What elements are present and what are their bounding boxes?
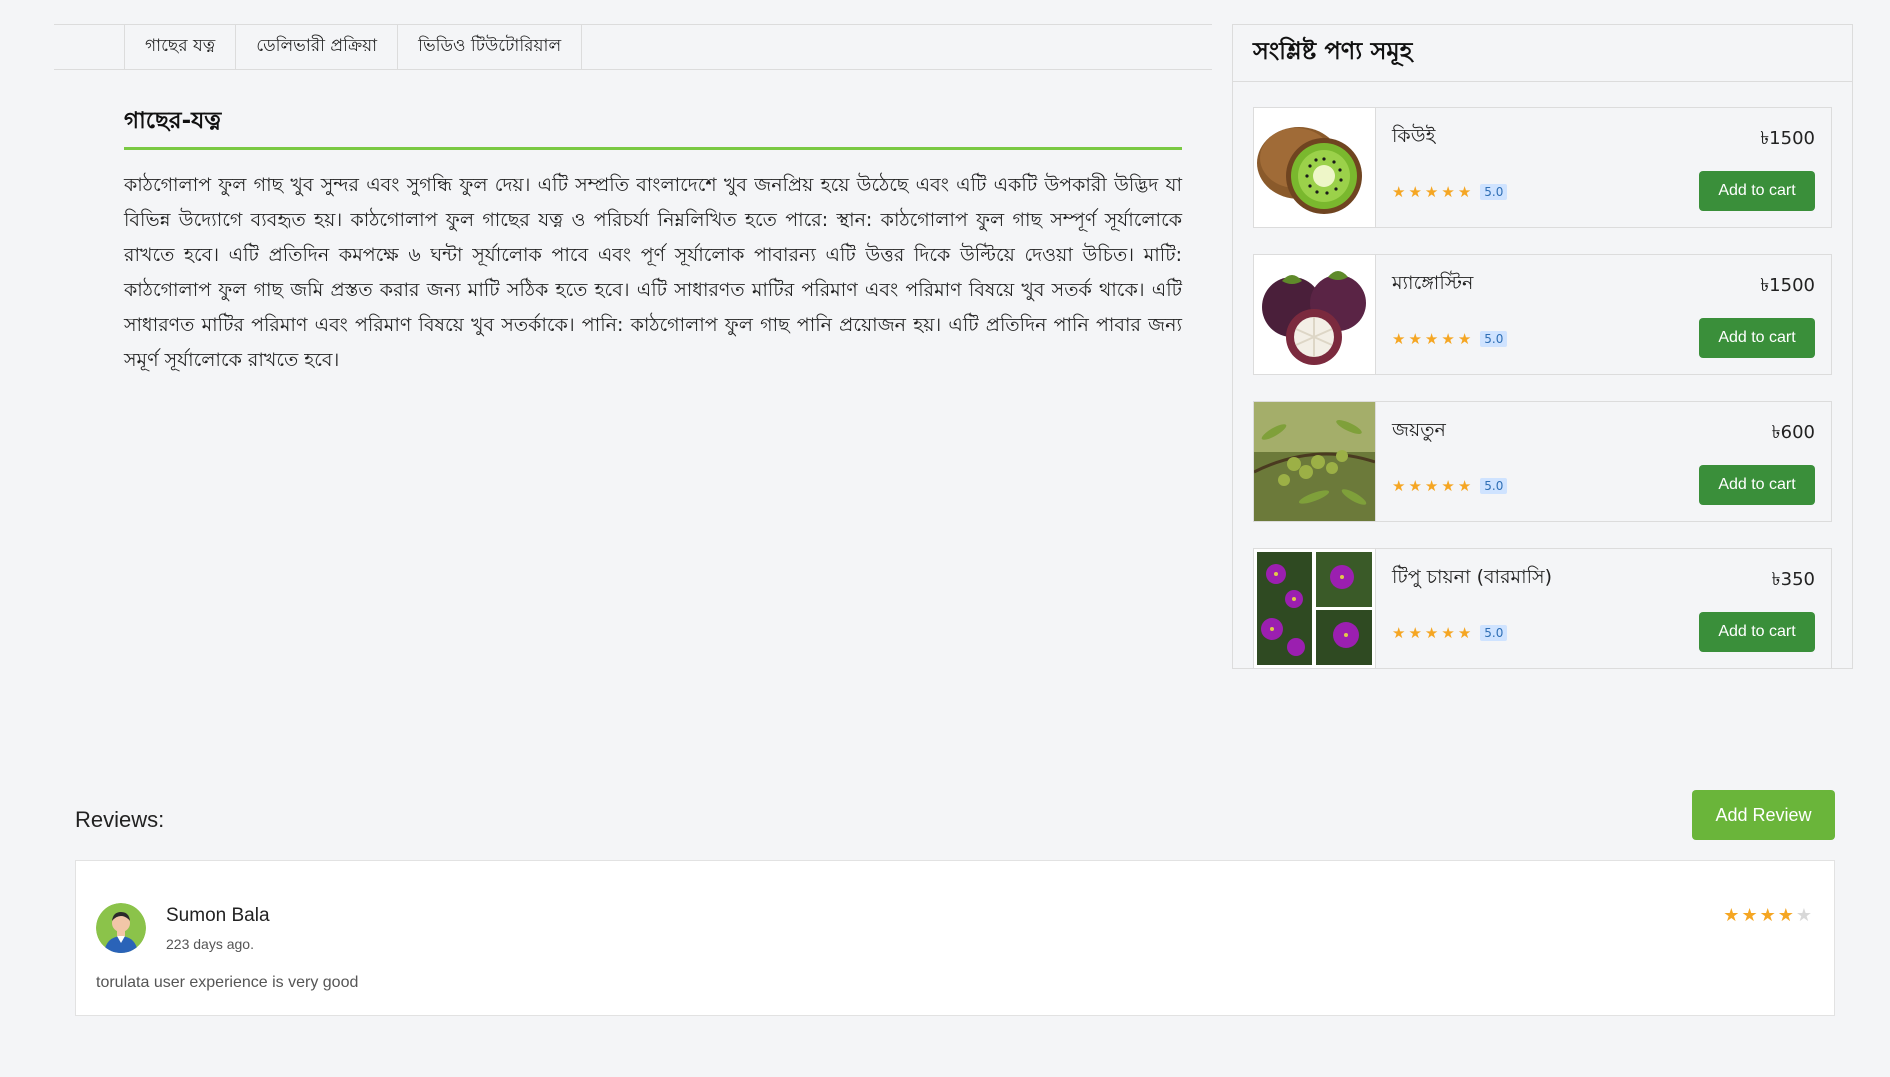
avatar: [96, 903, 146, 953]
rating-badge: 5.0: [1480, 331, 1508, 347]
star-icon: ★: [1441, 183, 1455, 201]
star-icon: ★: [1408, 624, 1422, 642]
star-icon: ★: [1723, 905, 1740, 926]
add-to-cart-button[interactable]: Add to cart: [1699, 318, 1815, 358]
star-icon: ★: [1457, 624, 1472, 642]
product-name[interactable]: কিউই: [1392, 122, 1435, 154]
review-card: Sumon Bala 223 days ago. torulata user e…: [75, 860, 1835, 1016]
star-icon: ★: [1441, 477, 1455, 495]
olive-image[interactable]: [1254, 402, 1376, 521]
add-to-cart-button[interactable]: Add to cart: [1699, 612, 1815, 652]
tab-plant-care[interactable]: গাছের যত্ন: [124, 25, 236, 69]
star-icon: ★: [1408, 183, 1422, 201]
product-info: কিউই ৳1500 ★ ★ ★ ★ ★ 5.0 Add to cart: [1376, 108, 1831, 227]
purple-flowers-image[interactable]: [1254, 549, 1376, 668]
product-price: ৳1500: [1760, 128, 1815, 149]
add-to-cart-button[interactable]: Add to cart: [1699, 465, 1815, 505]
mangosteen-image[interactable]: [1254, 255, 1376, 374]
star-icon: ★: [1392, 624, 1406, 642]
star-icon: ★: [1441, 330, 1455, 348]
product-card[interactable]: ম্যাঙ্গোস্টিন ৳1500 ★ ★ ★ ★ ★ 5.0 Add to…: [1253, 254, 1832, 375]
review-text: torulata user experience is very good: [96, 974, 359, 991]
related-products-title: সংশ্লিষ্ট পণ্য সমূহ: [1233, 25, 1852, 82]
product-rating: ★ ★ ★ ★ ★ 5.0: [1392, 477, 1508, 495]
reviewer-name: Sumon Bala: [166, 905, 270, 926]
star-icon: ★: [1424, 624, 1439, 642]
star-icon: ★: [1392, 477, 1406, 495]
user-avatar-icon: [96, 903, 146, 953]
rating-badge: 5.0: [1480, 478, 1508, 494]
product-name[interactable]: টিপু চায়না (বারমাসি): [1392, 563, 1552, 595]
star-icon: ★: [1424, 330, 1439, 348]
star-icon: ★: [1457, 477, 1472, 495]
star-icon: ★: [1408, 477, 1422, 495]
star-icon: ★: [1424, 183, 1439, 201]
add-to-cart-button[interactable]: Add to cart: [1699, 171, 1815, 211]
product-rating: ★ ★ ★ ★ ★ 5.0: [1392, 183, 1508, 201]
plant-care-section: গাছের-যত্ন কাঠগোলাপ ফুল গাছ খুব সুন্দর এ…: [124, 102, 1182, 378]
review-timestamp: 223 days ago.: [166, 936, 254, 952]
star-icon: ★: [1392, 183, 1406, 201]
product-rating: ★ ★ ★ ★ ★ 5.0: [1392, 624, 1508, 642]
rating-badge: 5.0: [1480, 184, 1508, 200]
product-info: জয়তুন ৳600 ★ ★ ★ ★ ★ 5.0 Add to cart: [1376, 402, 1831, 521]
star-icon: ★: [1457, 330, 1472, 348]
plant-care-title: গাছের-যত্ন: [124, 102, 1182, 150]
rating-badge: 5.0: [1480, 625, 1508, 641]
product-price: ৳350: [1771, 569, 1815, 590]
tab-video-tutorial[interactable]: ভিডিও টিউটোরিয়াল: [397, 25, 583, 69]
related-products-panel: সংশ্লিষ্ট পণ্য সমূহ কিউই ৳1500 ★ ★ ★ ★ ★…: [1232, 24, 1853, 669]
reviews-heading: Reviews:: [75, 807, 165, 832]
product-info: টিপু চায়না (বারমাসি) ৳350 ★ ★ ★ ★ ★ 5.0…: [1376, 549, 1831, 668]
star-icon: ★: [1392, 330, 1406, 348]
star-icon: ★: [1408, 330, 1422, 348]
product-card[interactable]: কিউই ৳1500 ★ ★ ★ ★ ★ 5.0 Add to cart: [1253, 107, 1832, 228]
product-name[interactable]: ম্যাঙ্গোস্টিন: [1392, 269, 1473, 301]
add-review-button[interactable]: Add Review: [1692, 790, 1835, 840]
star-icon: ★: [1424, 477, 1439, 495]
kiwi-image[interactable]: [1254, 108, 1376, 227]
star-icon: ★: [1777, 905, 1794, 926]
review-rating: ★ ★ ★ ★ ★: [1721, 905, 1812, 926]
product-name[interactable]: জয়তুন: [1392, 416, 1446, 448]
product-price: ৳600: [1771, 422, 1815, 443]
star-icon: ★: [1441, 624, 1455, 642]
product-info: ম্যাঙ্গোস্টিন ৳1500 ★ ★ ★ ★ ★ 5.0 Add to…: [1376, 255, 1831, 374]
star-icon: ★: [1759, 905, 1776, 926]
product-card[interactable]: টিপু চায়না (বারমাসি) ৳350 ★ ★ ★ ★ ★ 5.0…: [1253, 548, 1832, 669]
plant-care-text: কাঠগোলাপ ফুল গাছ খুব সুন্দর এবং সুগন্ধি …: [124, 174, 1182, 371]
product-card[interactable]: জয়তুন ৳600 ★ ★ ★ ★ ★ 5.0 Add to cart: [1253, 401, 1832, 522]
product-price: ৳1500: [1760, 275, 1815, 296]
tab-delivery-process[interactable]: ডেলিভারী প্রক্রিয়া: [235, 25, 398, 69]
product-rating: ★ ★ ★ ★ ★ 5.0: [1392, 330, 1508, 348]
related-products-list: কিউই ৳1500 ★ ★ ★ ★ ★ 5.0 Add to cart ম্য…: [1233, 82, 1852, 669]
star-icon: ★: [1457, 183, 1472, 201]
star-empty-icon: ★: [1795, 905, 1812, 926]
product-details-panel: গাছের যত্ন ডেলিভারী প্রক্রিয়া ভিডিও টিউ…: [54, 24, 1212, 378]
star-icon: ★: [1741, 905, 1758, 926]
detail-tabs: গাছের যত্ন ডেলিভারী প্রক্রিয়া ভিডিও টিউ…: [54, 24, 1212, 70]
